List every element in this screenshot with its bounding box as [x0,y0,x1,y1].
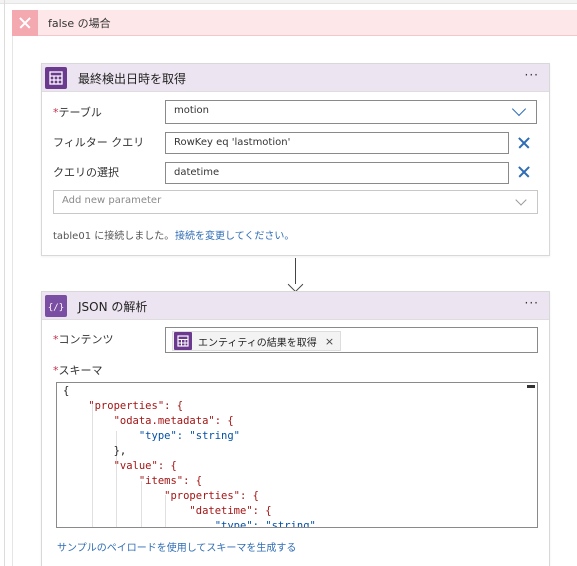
azure-table-icon [174,332,192,350]
top-border [0,0,577,4]
schema-line: "datetime": { [63,505,272,517]
schema-line: "properties": { [63,490,259,502]
schema-scrollbar[interactable] [525,383,537,527]
remove-token-icon[interactable]: × [325,335,334,348]
schema-label: *スキーマ [53,362,103,378]
schema-line: "properties": { [63,400,184,412]
azure-table-icon [45,67,67,89]
schema-line: "items": { [63,475,203,487]
add-parameter-placeholder: Add new parameter [62,195,162,206]
add-new-parameter-dropdown[interactable]: Add new parameter [53,190,538,214]
schema-line: "type": "string" [63,430,241,442]
token-label: エンティティの結果を取得 [198,337,317,349]
connection-status: table01 に接続しました。 [53,231,175,242]
filter-query-label: フィルター クエリ [53,136,145,149]
get-entity-card-header[interactable]: 最終検出日時を取得 ··· [42,64,549,92]
scope-rail [4,0,5,566]
schema-line: { [63,385,70,397]
schema-label-text: スキーマ [58,364,103,377]
scrollbar-thumb[interactable] [527,385,535,388]
filter-query-value: RowKey eq 'lastmotion' [174,137,291,148]
schema-line: "type": "string" [63,520,316,528]
designer-canvas: false の場合 最終検出日時を取得 ··· *テーブル motion フィル… [0,0,577,566]
get-entity-title: 最終検出日時を取得 [78,72,187,86]
chevron-down-icon[interactable] [515,194,527,206]
select-query-label: クエリの選択 [53,166,119,179]
svg-text:{/}: {/} [48,303,64,313]
select-query-input[interactable]: datetime [165,162,509,184]
clear-filter-icon[interactable] [517,136,531,150]
table-select[interactable]: motion [165,100,537,124]
parse-json-title: JSON の解析 [78,300,148,314]
schema-editor[interactable]: { "properties": { "odata.metadata": { "t… [56,382,538,528]
table-label-text: テーブル [58,106,102,119]
parse-json-icon: {/} [45,295,67,317]
clear-select-icon[interactable] [517,165,531,179]
schema-line: "value": { [63,460,177,472]
content-label: *コンテンツ [53,331,114,347]
generate-from-sample-link[interactable]: サンプルのペイロードを使用してスキーマを生成する [57,539,296,554]
more-options-icon[interactable]: ··· [525,296,539,310]
chevron-down-icon[interactable] [511,101,527,117]
branch-title: false の場合 [48,17,111,30]
select-query-value: datetime [174,167,220,178]
schema-line: "odata.metadata": { [63,415,234,427]
filter-query-input[interactable]: RowKey eq 'lastmotion' [165,132,509,154]
change-connection-link[interactable]: 接続を変更してください。 [175,227,294,242]
table-label: *テーブル [53,104,102,120]
parse-json-card-header[interactable]: {/} JSON の解析 ··· [42,292,549,320]
more-options-icon[interactable]: ··· [525,68,539,82]
close-icon [12,10,38,36]
false-branch-header[interactable]: false の場合 [12,10,577,36]
schema-line: }, [63,445,127,457]
dynamic-content-token[interactable]: エンティティの結果を取得 × [172,331,342,351]
table-select-value: motion [174,105,210,116]
content-label-text: コンテンツ [58,333,114,346]
